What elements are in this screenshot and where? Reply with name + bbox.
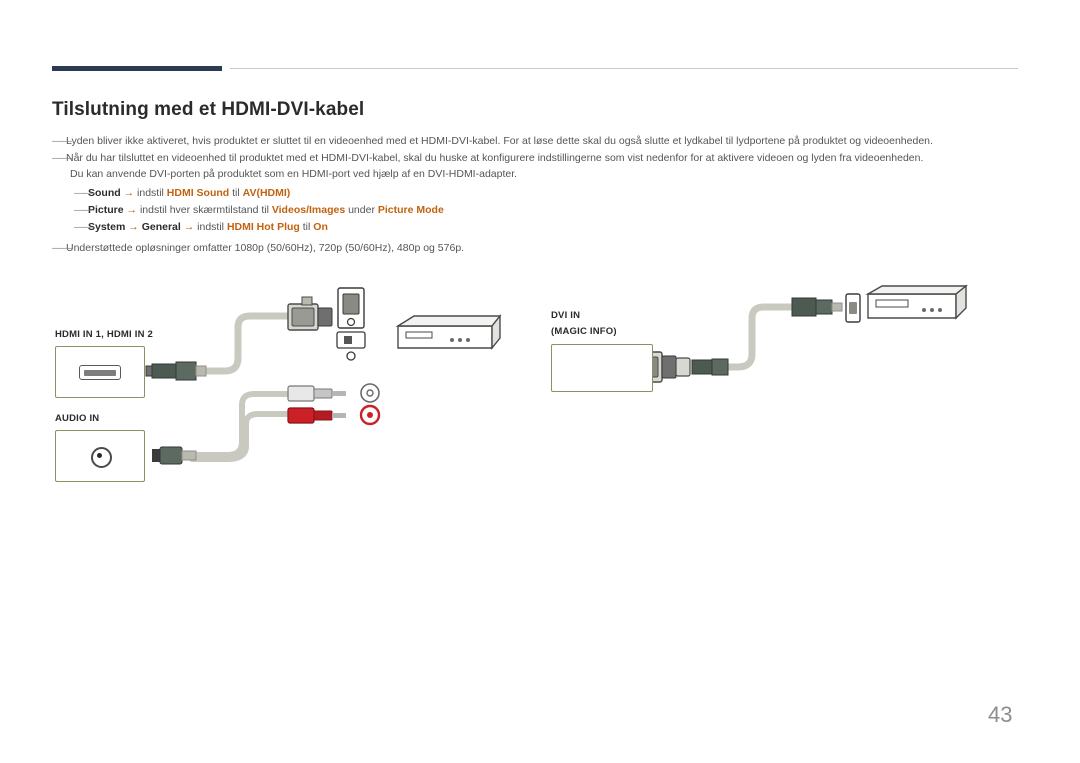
- note-item-resolutions: ―― Understøttede opløsninger omfatter 10…: [52, 240, 1032, 256]
- connection-diagram: HDMI IN 1, HDMI IN 2 AUDIO IN DVI IN (MA…: [0, 272, 1080, 502]
- video-device-right: [865, 284, 968, 320]
- page-title: Tilslutning med et HDMI-DVI-kabel: [52, 99, 365, 120]
- note-text: Lyden bliver ikke aktiveret, hvis produk…: [66, 135, 933, 147]
- sub-note-menu: System: [88, 221, 126, 233]
- note-dash: ――: [52, 242, 72, 254]
- arrow-icon: →: [128, 221, 139, 233]
- note-continuation: Du kan anvende DVI-porten på produktet s…: [70, 168, 518, 180]
- notes-block: ―― Lyden bliver ikke aktiveret, hvis pro…: [52, 133, 1032, 257]
- note-item: ―― Når du har tilsluttet en videoenhed t…: [52, 150, 1032, 182]
- sub-note-picture: ―― Picture → indstil hver skærmtilstand …: [74, 202, 1032, 219]
- note-text: Understøttede opløsninger omfatter 1080p…: [66, 242, 465, 254]
- sub-note-value: AV(HDMI): [242, 187, 291, 199]
- sub-note-mid: indstil: [137, 187, 164, 199]
- note-text: Når du har tilsluttet en videoenhed til …: [66, 152, 924, 164]
- hdmi-in-plate: [55, 346, 145, 398]
- sub-note-mid: indstil: [197, 221, 225, 233]
- sub-note-menu-2: General: [141, 221, 181, 233]
- header-rule-accent: [52, 66, 222, 71]
- sub-note-menu: Picture: [88, 204, 124, 216]
- note-dash: ――: [52, 135, 72, 147]
- sub-note-til: til: [232, 187, 240, 199]
- sub-note-mid: indstil hver skærmtilstand til: [139, 204, 269, 216]
- hdmi-plug-right: [791, 293, 861, 323]
- hdmi-in-socket: [79, 365, 121, 380]
- label-dvi-in: DVI IN: [551, 310, 581, 321]
- sub-note-value: Picture Mode: [377, 204, 444, 216]
- sub-notes-block: ―― Sound → indstil HDMI Sound til AV(HDM…: [52, 185, 1032, 236]
- arrow-icon: →: [123, 187, 135, 199]
- sub-note-sound: ―― Sound → indstil HDMI Sound til AV(HDM…: [74, 185, 1032, 202]
- label-magic-info: (MAGIC INFO): [551, 326, 617, 337]
- sub-note-til: til: [302, 221, 311, 233]
- sub-note-til: under: [348, 204, 375, 216]
- audio-in-plate: [55, 430, 145, 482]
- hdmi-plug-left: [145, 361, 207, 381]
- dvi-in-plate: [551, 344, 653, 392]
- label-audio-in: AUDIO IN: [55, 413, 100, 424]
- arrow-icon: →: [126, 204, 138, 216]
- sub-note-target: Videos/Images: [271, 204, 346, 216]
- sub-note-system: ―― System → General → indstil HDMI Hot P…: [74, 219, 1032, 236]
- sub-note-target: HDMI Hot Plug: [226, 221, 300, 233]
- header-rule-line: [230, 68, 1018, 69]
- sub-note-dash: ――: [74, 204, 94, 216]
- audio-in-socket: [91, 447, 112, 468]
- sub-note-dash: ――: [74, 221, 94, 233]
- sub-note-dash: ――: [74, 187, 94, 199]
- note-item: ―― Lyden bliver ikke aktiveret, hvis pro…: [52, 133, 1032, 149]
- sub-note-value: On: [313, 221, 328, 233]
- arrow-icon-2: →: [183, 221, 195, 233]
- sub-note-target: HDMI Sound: [166, 187, 230, 199]
- dvi-connector-top: [287, 296, 333, 331]
- dvi-hdmi-cable: [708, 303, 796, 371]
- hdmi-cable: [194, 312, 292, 375]
- audio-cable: [189, 391, 291, 458]
- audio-plug-left: [152, 446, 197, 465]
- dvi-socket-block: [336, 287, 366, 361]
- page-number: 43: [988, 702, 1013, 727]
- video-device-left: [395, 314, 502, 350]
- cable-illustration: [145, 284, 968, 465]
- rca-connectors: [287, 383, 381, 426]
- header-rule: [52, 66, 1018, 72]
- note-dash: ――: [52, 152, 72, 164]
- label-hdmi-in: HDMI IN 1, HDMI IN 2: [55, 329, 153, 340]
